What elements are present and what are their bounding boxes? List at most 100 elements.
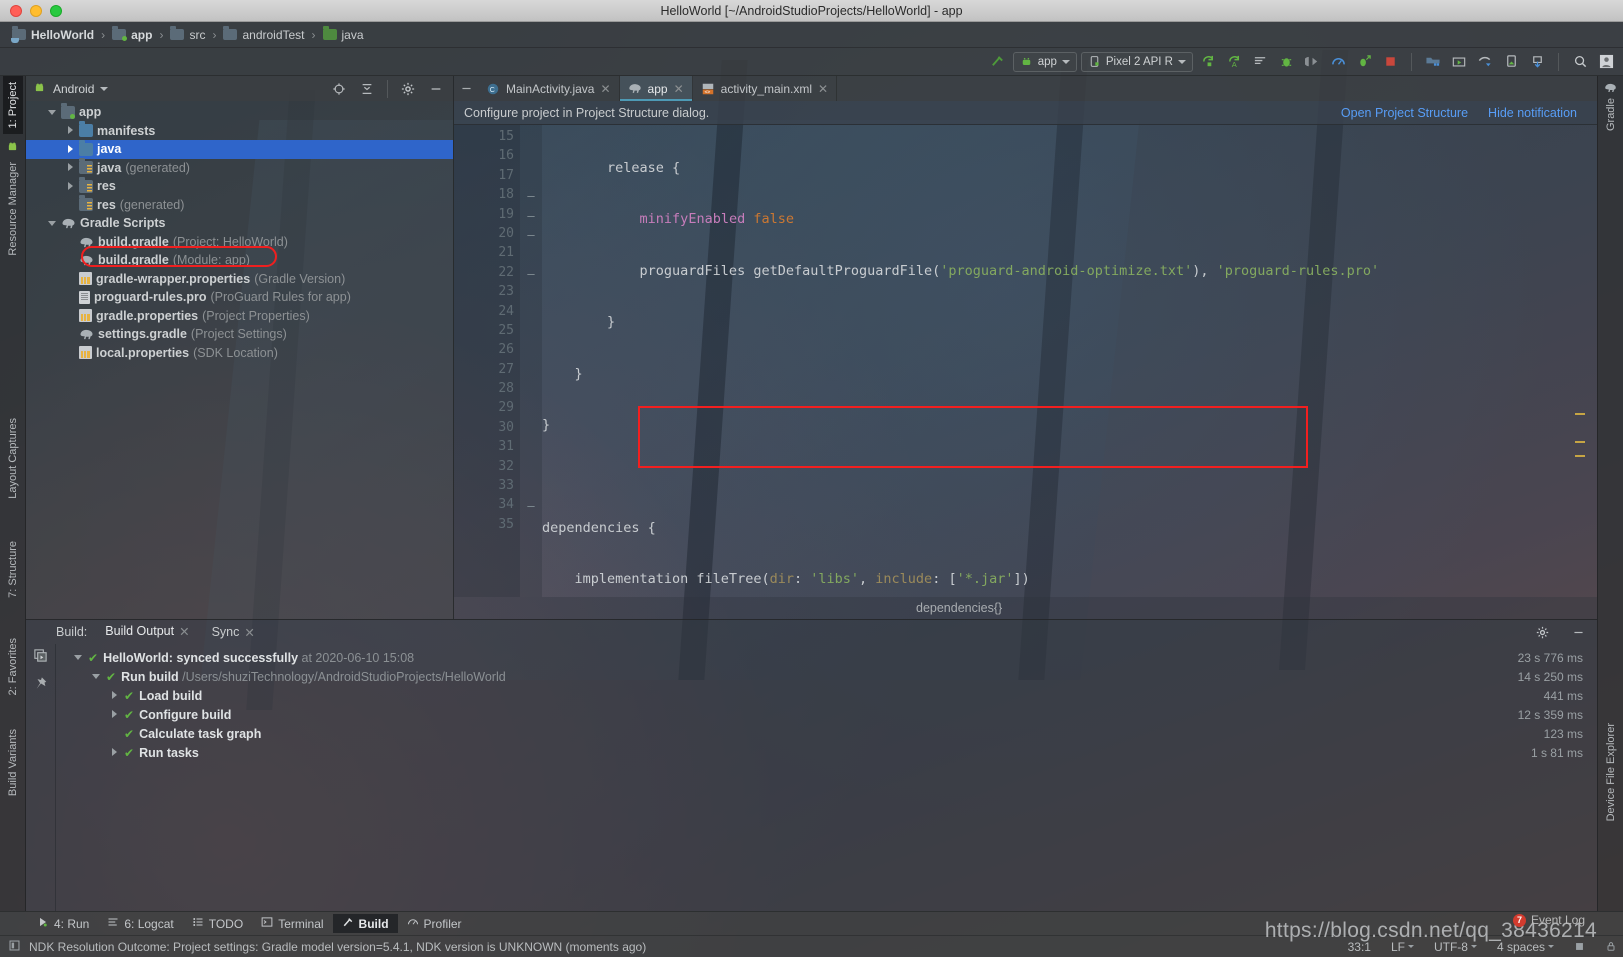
run-configuration-selector[interactable]: app: [1012, 51, 1077, 72]
target-icon[interactable]: [328, 78, 350, 100]
pin-icon[interactable]: [34, 676, 48, 694]
bottom-tab-run[interactable]: 4: Run: [28, 914, 98, 933]
breadcrumb-item-java[interactable]: java: [319, 26, 368, 44]
close-icon[interactable]: ✕: [179, 624, 189, 639]
chevron-right-icon[interactable]: [66, 181, 75, 191]
breadcrumb-item-src[interactable]: src: [166, 26, 209, 44]
git-branch-indicator[interactable]: [1568, 941, 1591, 952]
settings-gear-icon[interactable]: [397, 78, 419, 100]
code-editor[interactable]: 15 16 17 18 19 20 21 22 23 24 25 26 27 2…: [454, 125, 1597, 597]
tree-row-gradle-properties[interactable]: gradle.properties (Project Properties): [26, 307, 453, 326]
code-folding-gutter[interactable]: ⚊ ⚊ ⚊ ⚊ ⚊: [520, 125, 542, 597]
sidebar-item-favorites[interactable]: 2: Favorites: [3, 632, 23, 701]
caret-position[interactable]: 33:1: [1342, 940, 1377, 954]
hide-tabs-icon[interactable]: [454, 76, 478, 101]
tree-row-java-generated[interactable]: java (generated): [26, 158, 453, 178]
device-file-explorer-icon[interactable]: [1526, 51, 1548, 73]
build-row-configure-build[interactable]: ✔ Configure build 12 s 359 ms: [56, 705, 1597, 724]
settings-gear-icon[interactable]: [1531, 621, 1553, 643]
avd-manager-icon[interactable]: [1448, 51, 1470, 73]
run-with-coverage-icon[interactable]: A: [1223, 51, 1245, 73]
gradle-sync-project-icon[interactable]: [1474, 51, 1496, 73]
tree-row-build-gradle-module[interactable]: build.gradle (Module: app): [26, 251, 453, 270]
bottom-tab-profiler[interactable]: Profiler: [398, 914, 471, 933]
debug-icon[interactable]: [1275, 51, 1297, 73]
chevron-right-icon[interactable]: [66, 126, 75, 135]
chevron-right-icon[interactable]: [110, 710, 119, 719]
bottom-tab-todo[interactable]: TODO: [183, 914, 252, 933]
breadcrumb-item-androidtest[interactable]: androidTest: [219, 26, 308, 44]
build-row-load-build[interactable]: ✔ Load build 441 ms: [56, 686, 1597, 705]
bottom-tab-logcat[interactable]: 6: Logcat: [98, 914, 182, 933]
sidebar-item-layout-captures[interactable]: Layout Captures: [3, 412, 23, 505]
close-icon[interactable]: ✕: [674, 82, 684, 96]
build-tab-sync[interactable]: Sync ✕: [208, 624, 259, 641]
chevron-right-icon[interactable]: [66, 144, 75, 154]
editor-tab-app-gradle[interactable]: app ✕: [619, 76, 693, 101]
chevron-right-icon[interactable]: [66, 163, 75, 172]
close-icon[interactable]: ✕: [818, 82, 828, 96]
open-project-structure-link[interactable]: Open Project Structure: [1331, 106, 1478, 120]
tree-row-java[interactable]: java: [26, 139, 453, 159]
profiler-icon[interactable]: [1327, 51, 1349, 73]
lock-icon[interactable]: [1599, 940, 1623, 953]
build-row-calculate-task-graph[interactable]: ✔ Calculate task graph 123 ms: [56, 724, 1597, 743]
build-row-run-build[interactable]: ✔ Run build /Users/shuziTechnology/Andro…: [56, 667, 1597, 686]
tree-row-local-properties[interactable]: local.properties (SDK Location): [26, 344, 453, 363]
build-output-tree[interactable]: ✔ HelloWorld: synced successfully at 202…: [56, 644, 1597, 911]
event-log-indicator[interactable]: 7 Event Log: [1512, 913, 1593, 927]
chevron-down-icon[interactable]: [48, 219, 57, 228]
build-row-run-tasks[interactable]: ✔ Run tasks 1 s 81 ms: [56, 743, 1597, 762]
fold-marker[interactable]: ⚊: [520, 185, 542, 204]
chevron-down-icon[interactable]: [48, 108, 57, 117]
sdk-manager-icon[interactable]: [1422, 51, 1444, 73]
close-icon[interactable]: ✕: [600, 82, 610, 96]
build-hammer-icon[interactable]: [987, 51, 1009, 73]
minimize-panel-icon[interactable]: [1567, 621, 1589, 643]
bottom-tab-terminal[interactable]: Terminal: [252, 914, 332, 933]
stop-icon[interactable]: [1379, 51, 1401, 73]
search-icon[interactable]: [1569, 51, 1591, 73]
line-separator-selector[interactable]: LF: [1385, 940, 1420, 954]
debug-attach-process-icon[interactable]: [1353, 51, 1375, 73]
chevron-down-icon[interactable]: [74, 653, 83, 662]
minimize-panel-icon[interactable]: [425, 78, 447, 100]
editor-tab-mainactivity[interactable]: C MainActivity.java ✕: [478, 76, 620, 101]
sidebar-item-build-variants[interactable]: Build Variants: [3, 723, 23, 802]
sync-gradle-icon[interactable]: [1197, 51, 1219, 73]
tree-row-settings-gradle[interactable]: settings.gradle (Project Settings): [26, 325, 453, 344]
tree-row-res-generated[interactable]: res (generated): [26, 195, 453, 215]
fold-marker[interactable]: ⚊: [520, 224, 542, 243]
tree-row-gradle-scripts[interactable]: Gradle Scripts: [26, 214, 453, 233]
sidebar-item-device-file-explorer[interactable]: Device File Explorer: [1601, 717, 1621, 911]
editor-tab-activity-main-xml[interactable]: <> activity_main.xml ✕: [693, 76, 838, 101]
toggle-tasks-view-icon[interactable]: [33, 648, 48, 666]
device-selector[interactable]: Pixel 2 API R: [1080, 51, 1193, 72]
attach-debugger-icon[interactable]: [1301, 51, 1323, 73]
tree-row-proguard-rules[interactable]: proguard-rules.pro (ProGuard Rules for a…: [26, 288, 453, 307]
tree-row-manifests[interactable]: manifests: [26, 121, 453, 141]
fold-marker[interactable]: ⚊: [520, 205, 542, 224]
tree-row-gradle-wrapper-properties[interactable]: gradle-wrapper.properties (Gradle Versio…: [26, 270, 453, 289]
chevron-right-icon[interactable]: [110, 691, 119, 700]
user-avatar-icon[interactable]: [1595, 51, 1617, 73]
encoding-selector[interactable]: UTF-8: [1428, 940, 1483, 954]
sidebar-item-resource-manager[interactable]: Resource Manager: [3, 156, 23, 262]
layout-inspector-icon[interactable]: [1500, 51, 1522, 73]
sidebar-item-structure[interactable]: 7: Structure: [3, 535, 23, 604]
chevron-down-icon[interactable]: [92, 672, 101, 681]
project-tree[interactable]: app manifests java java (generated) res …: [26, 101, 453, 619]
fold-marker[interactable]: ⚊: [520, 495, 542, 514]
bottom-tab-build[interactable]: Build: [332, 914, 398, 933]
chevron-down-icon[interactable]: [100, 86, 109, 91]
tree-row-app[interactable]: app: [26, 102, 453, 122]
breadcrumb-item-project[interactable]: HelloWorld: [8, 26, 98, 44]
hide-notification-link[interactable]: Hide notification: [1478, 106, 1587, 120]
tree-row-res[interactable]: res: [26, 176, 453, 196]
code-structure-icon[interactable]: [1249, 51, 1271, 73]
code-text[interactable]: release { minifyEnabled false proguardFi…: [542, 125, 1597, 597]
sidebar-item-gradle[interactable]: Gradle: [1600, 76, 1621, 137]
tree-row-build-gradle-project[interactable]: build.gradle (Project: HelloWorld): [26, 233, 453, 252]
breadcrumb-item-app[interactable]: app: [108, 26, 156, 44]
sidebar-item-project[interactable]: 1: Project: [2, 76, 23, 135]
